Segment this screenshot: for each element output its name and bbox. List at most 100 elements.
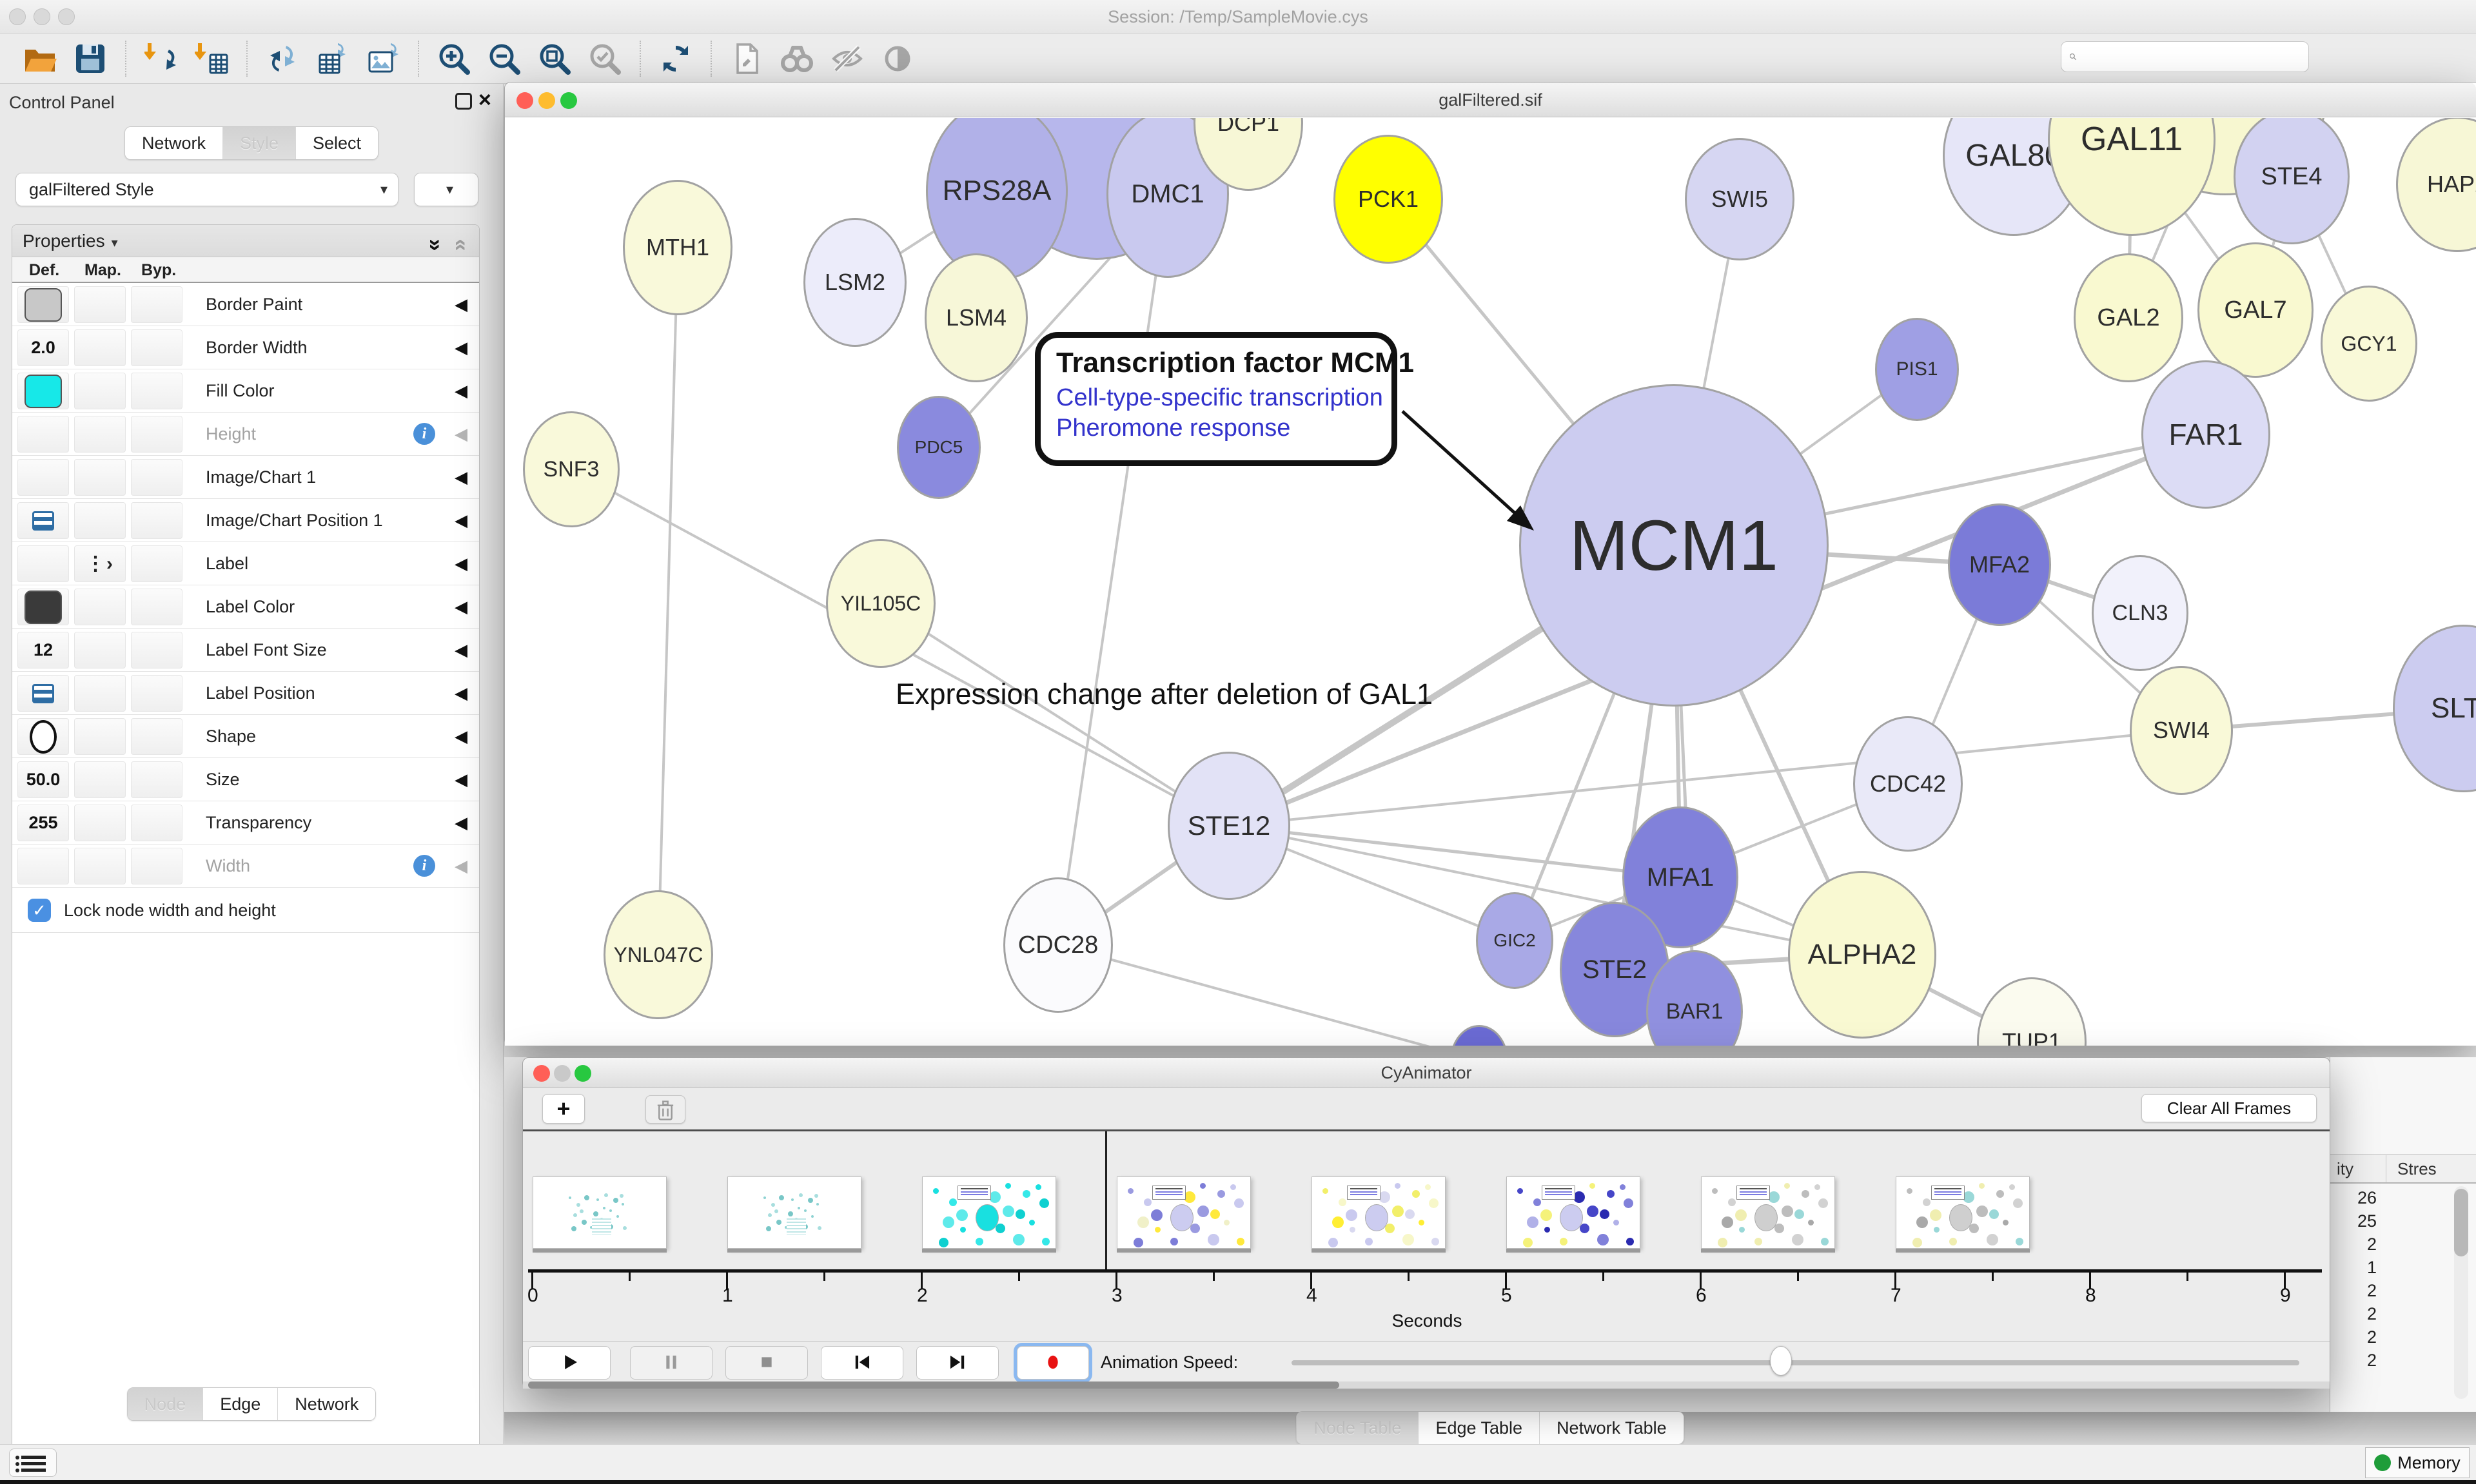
edge-STE12-SWI4[interactable]	[1229, 730, 2181, 826]
mapping-cell[interactable]	[74, 632, 126, 669]
expand-row-icon[interactable]: ◀	[455, 845, 467, 888]
property-row-size[interactable]: 50.0Size◀	[12, 758, 479, 801]
table-cell[interactable]: 25	[2323, 1209, 2377, 1233]
tab-edge-table[interactable]: Edge Table	[1419, 1412, 1540, 1444]
bypass-cell[interactable]	[131, 286, 182, 323]
frame-thumbnail-5[interactable]	[1506, 1176, 1640, 1249]
ellipse-shape-icon[interactable]	[30, 720, 57, 754]
bypass-cell[interactable]	[131, 373, 182, 409]
new-network-button[interactable]	[264, 41, 300, 77]
zoom-in-button[interactable]	[436, 41, 472, 77]
import-network-button[interactable]	[143, 41, 179, 77]
default-cell[interactable]: 2.0	[17, 329, 69, 366]
default-cell[interactable]	[17, 416, 69, 453]
bypass-cell[interactable]	[131, 545, 182, 582]
property-row-shape[interactable]: Shape◀	[12, 715, 479, 758]
node-PCK1[interactable]: PCK1	[1333, 135, 1443, 264]
bypass-cell[interactable]	[131, 416, 182, 453]
bypass-cell[interactable]	[131, 805, 182, 841]
mapping-cell[interactable]: ⋮›	[74, 545, 126, 582]
mapping-cell[interactable]	[74, 761, 126, 798]
default-cell[interactable]	[17, 286, 69, 323]
table-cell[interactable]: 2	[2323, 1279, 2377, 1302]
zoom-out-button[interactable]	[486, 41, 522, 77]
tab-style[interactable]: Style	[223, 127, 296, 159]
expand-row-icon[interactable]: ◀	[455, 672, 467, 715]
expand-row-icon[interactable]: ◀	[455, 413, 467, 456]
node-LSM2[interactable]: LSM2	[803, 218, 907, 347]
node-LSM4[interactable]: LSM4	[925, 253, 1028, 382]
minimize-icon[interactable]	[554, 1065, 571, 1082]
hide-selected-button[interactable]	[829, 41, 865, 77]
delete-frame-button[interactable]	[645, 1095, 685, 1124]
bypass-cell[interactable]	[131, 632, 182, 669]
node-PIS1[interactable]: PIS1	[1875, 318, 1959, 421]
expand-row-icon[interactable]: ◀	[455, 283, 467, 326]
default-value[interactable]: 50.0	[26, 770, 61, 790]
property-row-height[interactable]: Heighti◀	[12, 413, 479, 456]
property-row-transparency[interactable]: 255Transparency◀	[12, 801, 479, 845]
frame-thumbnail-1[interactable]	[727, 1176, 861, 1249]
info-icon[interactable]: i	[413, 855, 435, 877]
skip-start-button[interactable]	[821, 1346, 903, 1380]
import-table-button[interactable]	[193, 41, 230, 77]
maximize-icon[interactable]	[575, 1065, 591, 1082]
frame-thumbnail-4[interactable]	[1312, 1176, 1446, 1249]
node-SNF3[interactable]: SNF3	[523, 411, 620, 527]
mapping-cell[interactable]	[74, 589, 126, 625]
horizontal-scrollbar[interactable]	[523, 1381, 2330, 1389]
default-cell[interactable]	[17, 459, 69, 496]
frame-thumbnail-6[interactable]	[1701, 1176, 1835, 1249]
color-swatch[interactable]	[25, 591, 62, 624]
properties-header[interactable]: Properties▾ » «	[12, 225, 479, 257]
playhead[interactable]	[1105, 1131, 1107, 1269]
mapping-cell[interactable]	[74, 675, 126, 712]
scrollbar-thumb[interactable]	[528, 1381, 1339, 1389]
play-button[interactable]	[528, 1346, 611, 1380]
expand-row-icon[interactable]: ◀	[455, 542, 467, 585]
add-frame-button[interactable]: +	[542, 1094, 585, 1124]
save-session-button[interactable]	[72, 41, 108, 77]
edge-DMC1-CDC28[interactable]	[1058, 194, 1168, 945]
frame-thumbnail-3[interactable]	[1117, 1176, 1251, 1249]
expand-row-icon[interactable]: ◀	[455, 326, 467, 369]
default-cell[interactable]	[17, 545, 69, 582]
default-value[interactable]: 12	[34, 640, 53, 660]
expand-row-icon[interactable]: ◀	[455, 456, 467, 499]
tab-network-table[interactable]: Network Table	[1540, 1412, 1684, 1444]
node-GIC2[interactable]: GIC2	[1476, 892, 1553, 989]
network-window-titlebar[interactable]: galFiltered.sif	[505, 83, 2476, 117]
skip-end-button[interactable]	[916, 1346, 999, 1380]
frame-thumbnail-0[interactable]	[533, 1176, 667, 1249]
bypass-cell[interactable]	[131, 502, 182, 539]
node-GAL7[interactable]: GAL7	[2197, 242, 2314, 378]
expand-row-icon[interactable]: ◀	[455, 499, 467, 542]
property-row-image-chart-1[interactable]: Image/Chart 1◀	[12, 456, 479, 499]
frame-thumbnail-2[interactable]	[922, 1176, 1056, 1249]
expand-row-icon[interactable]: ◀	[455, 801, 467, 845]
node-GCY1[interactable]: GCY1	[2321, 286, 2417, 402]
table-scrollbar[interactable]	[2454, 1186, 2468, 1399]
expand-row-icon[interactable]: ◀	[455, 715, 467, 758]
node-YIL105C[interactable]: YIL105C	[826, 539, 936, 668]
node-MFA2[interactable]: MFA2	[1948, 503, 2051, 626]
show-all-button[interactable]	[879, 41, 916, 77]
default-cell[interactable]: 12	[17, 632, 69, 669]
search-box[interactable]	[2061, 41, 2309, 72]
node-ALPHA2[interactable]: ALPHA2	[1788, 871, 1936, 1039]
maximize-icon[interactable]	[560, 92, 577, 109]
table-cell[interactable]: 2	[2323, 1233, 2377, 1256]
property-row-label-position[interactable]: Label Position◀	[12, 672, 479, 715]
default-cell[interactable]	[17, 675, 69, 712]
node-STE12[interactable]: STE12	[1168, 752, 1290, 900]
property-row-fill-color[interactable]: Fill Color◀	[12, 369, 479, 413]
default-cell[interactable]	[17, 848, 69, 884]
table-cell[interactable]: 26	[2323, 1186, 2377, 1209]
position-icon[interactable]	[32, 684, 54, 703]
annotation-box[interactable]: Transcription factor MCM1 Cell-type-spec…	[1035, 332, 1397, 466]
default-value[interactable]: 255	[28, 813, 57, 833]
default-cell[interactable]	[17, 589, 69, 625]
tab-edge[interactable]: Edge	[203, 1388, 278, 1420]
edge-CDC28-bp[interactable]	[1058, 945, 1479, 1046]
property-row-label-color[interactable]: Label Color◀	[12, 585, 479, 629]
